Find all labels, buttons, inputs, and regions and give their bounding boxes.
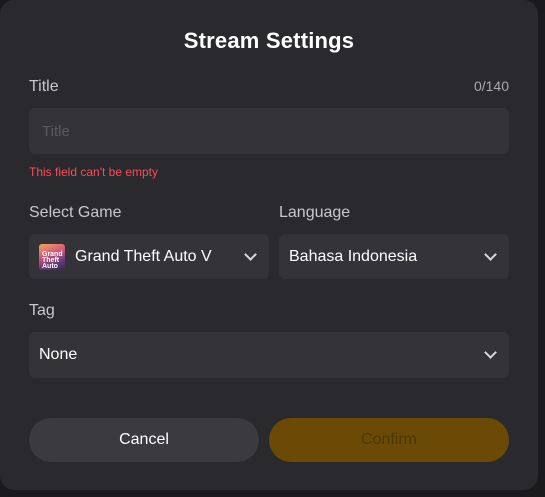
game-thumbnail-icon: Grand Theft Auto (39, 243, 65, 270)
title-char-counter: 0/140 (473, 78, 509, 94)
confirm-button[interactable]: Confirm (269, 418, 509, 462)
tag-select-value: None (39, 346, 78, 363)
chevron-down-icon (484, 346, 497, 359)
cancel-button[interactable]: Cancel (29, 418, 259, 462)
modal-title: Stream Settings (183, 28, 355, 53)
tag-label: Tag (29, 302, 55, 319)
title-error-message: This field can't be empty (29, 165, 159, 179)
game-select[interactable]: Grand Theft Auto Grand Theft Auto V (29, 234, 269, 279)
language-select[interactable]: Bahasa Indonesia (279, 234, 509, 279)
title-input[interactable] (29, 108, 509, 154)
chevron-down-icon (484, 247, 497, 261)
chevron-down-icon (244, 247, 257, 261)
select-game-label: Select Game (29, 204, 122, 221)
stream-settings-modal: Stream Settings Title 0/140 This field c… (0, 0, 538, 490)
language-select-value: Bahasa Indonesia (289, 247, 418, 265)
tag-select[interactable]: None (29, 332, 509, 378)
language-label: Language (279, 204, 351, 221)
title-label: Title (29, 78, 59, 95)
game-select-value: Grand Theft Auto V (75, 247, 212, 265)
